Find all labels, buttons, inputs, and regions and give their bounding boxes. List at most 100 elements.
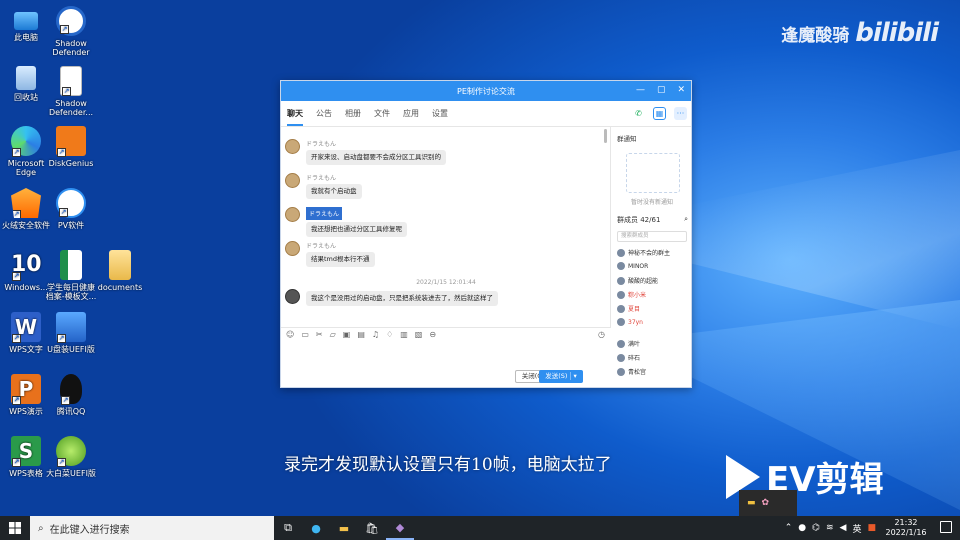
message-item: ドラえもん 我还想把也通过分区工具修复呢 [285, 207, 407, 237]
member-item[interactable]: 粽小米 [617, 290, 646, 299]
member-avatar [617, 290, 625, 299]
cabbage-icon: ↗ [56, 436, 86, 467]
member-item[interactable]: 夏目 [617, 304, 640, 313]
member-item[interactable]: 酸酸的超能 [617, 276, 658, 285]
desktop-icon-label: 此电脑 [14, 33, 38, 42]
red-packet-icon[interactable]: ▤ [357, 330, 365, 339]
taskbar: ⌕ 在此键入进行搜索 ⧉ ● ▬ 🛍 ◆ ⌃ ● ⌬ ≋ ◀ 英 ■ 21:32… [0, 516, 960, 540]
phone-call-icon[interactable]: ✆ [632, 107, 645, 120]
minimize-button[interactable]: — [636, 85, 645, 96]
screenshot-icon[interactable]: ✂ [316, 330, 323, 339]
message-list[interactable]: ドラえもん 开家来设、启动盘都要不会成分区工具识别的 ドラえもん 我就有个启动盘 ド… [281, 127, 611, 327]
message-scrollbar[interactable] [604, 129, 607, 143]
member-item[interactable]: 青松宫 [617, 367, 646, 376]
desktop-icon-excel-doc[interactable]: 学生每日健康档案-模板文... [45, 250, 97, 301]
schedule-icon[interactable]: ▥ [400, 330, 408, 339]
flower-tray-icon[interactable]: ✿ [762, 498, 770, 508]
member-name: 神秘不会的群主 [628, 250, 671, 257]
desktop-icon-label: documents [97, 283, 143, 292]
desktop-icon-label: Shadow Defender... [48, 99, 94, 117]
desktop-icon-label: WPS演示 [9, 407, 43, 416]
desktop-icon-label: 大白菜UEFI版 [46, 469, 96, 478]
desktop-icon-documents[interactable]: documents [94, 250, 146, 292]
send-button[interactable]: 发送(S) ▾ [539, 370, 583, 383]
desktop-icon-diskgenius[interactable]: ↗ DiskGenius [45, 126, 97, 168]
tab-files[interactable]: 文件 [374, 108, 390, 119]
wps-writer-icon: W ↗ [11, 312, 41, 343]
member-search-input[interactable]: 搜索群成员 [617, 231, 687, 242]
app-tray-icon[interactable]: ■ [867, 523, 876, 533]
calendar-icon[interactable]: ▦ [653, 107, 666, 120]
member-item[interactable]: 37yn [617, 318, 643, 326]
file-explorer-icon[interactable]: ▬ [330, 516, 358, 540]
member-item[interactable]: 满叶 [617, 339, 640, 348]
wifi-icon[interactable]: ≋ [826, 523, 834, 533]
folder-icon[interactable]: ▱ [330, 330, 336, 339]
message-item: ドラえもん 我就有个启动盘 [285, 173, 362, 199]
windows-start-icon[interactable] [0, 516, 30, 540]
search-icon[interactable]: ⌕ [684, 215, 688, 224]
member-name: MINOR [628, 262, 649, 270]
member-item[interactable]: 神秘不会的群主 [617, 248, 670, 257]
message-input[interactable]: 关闭(C) 发送(S) ▾ [281, 341, 611, 389]
member-name: 青松宫 [628, 369, 647, 376]
mic-icon[interactable]: ♫ [372, 330, 379, 339]
desktop-icon-cabbage-uefi[interactable]: ↗ 大白菜UEFI版 [45, 436, 97, 478]
desktop-icon-pv[interactable]: ↗ PV软件 [45, 188, 97, 230]
more-icon[interactable]: ⊖ [429, 330, 436, 339]
tab-chat[interactable]: 聊天 [287, 108, 303, 126]
desktop-icon-usb-uefi[interactable]: ↗ U盘装UEFI版 [45, 312, 97, 354]
desktop-icon-shadow-defender-doc[interactable]: ↗ Shadow Defender... [45, 66, 97, 117]
user-avatar[interactable] [285, 207, 300, 222]
maximize-button[interactable]: ▢ [657, 85, 666, 96]
members-title: 群成员 42/61 [617, 216, 661, 224]
edge-taskbar-icon[interactable]: ● [302, 516, 330, 540]
member-name: 粽小米 [628, 292, 647, 299]
more-options-icon[interactable]: ··· [674, 107, 687, 120]
emoji-icon[interactable]: ☺ [286, 330, 294, 339]
taskbar-search-box[interactable]: ⌕ 在此键入进行搜索 [30, 516, 274, 540]
text-icon[interactable]: ▧ [415, 330, 423, 339]
gif-icon[interactable]: ▭ [301, 330, 309, 339]
task-view-icon[interactable]: ⧉ [274, 516, 302, 540]
bag-icon[interactable]: ♢ [386, 330, 393, 339]
clock[interactable]: 21:32 2022/1/16 [882, 518, 930, 538]
member-name: 酸酸的超能 [628, 278, 659, 285]
tab-album[interactable]: 相册 [345, 108, 361, 119]
sender-name: ドラえもん [306, 141, 337, 148]
desktop-icon-qq[interactable]: ↗ 腾讯QQ [45, 374, 97, 416]
chevron-up-icon[interactable]: ⌃ [785, 523, 793, 533]
volume-icon[interactable]: ◀ [840, 523, 847, 533]
chat-tabs: 聊天 公告 相册 文件 应用 设置 ✆ ▦ ··· [281, 101, 691, 127]
qq-taskbar-icon[interactable]: ◆ [386, 516, 414, 540]
desktop-icon-shadow-defender[interactable]: ↗ Shadow Defender [45, 6, 97, 57]
user-avatar[interactable] [285, 139, 300, 154]
close-window-button[interactable]: ✕ [677, 85, 685, 96]
tab-settings[interactable]: 设置 [432, 108, 448, 119]
tab-apps[interactable]: 应用 [403, 108, 419, 119]
user-avatar[interactable] [285, 173, 300, 188]
store-icon[interactable]: 🛍 [358, 516, 386, 540]
network-icon[interactable]: ⌬ [812, 523, 820, 533]
member-item[interactable]: MINOR [617, 262, 648, 270]
chevron-down-icon[interactable]: ▾ [569, 372, 577, 380]
document-icon: ↗ [60, 66, 82, 96]
tab-announcement[interactable]: 公告 [316, 108, 332, 119]
member-item[interactable]: 碎石 [617, 353, 640, 362]
ime-indicator[interactable]: 英 [852, 522, 861, 535]
image-icon[interactable]: ▣ [343, 330, 351, 339]
user-avatar[interactable] [285, 289, 300, 304]
qq-tray-icon[interactable]: ● [798, 523, 806, 533]
clock-date: 2022/1/16 [885, 528, 927, 537]
message-item: 我这个是没用过的启动盘，只是把系统装进去了，然后就这样了 [285, 289, 498, 306]
user-avatar[interactable] [285, 241, 300, 256]
window-titlebar[interactable]: PE制作讨论交流 — ▢ ✕ [281, 81, 691, 101]
member-avatar [617, 304, 625, 313]
folder-tray-icon[interactable]: ▬ [747, 498, 756, 508]
pv-icon: ↗ [56, 188, 86, 218]
member-name: 37yn [628, 318, 643, 326]
desktop-icon-label: 回收站 [14, 93, 38, 102]
notification-center-icon[interactable] [940, 521, 952, 533]
window-title: PE制作讨论交流 [457, 86, 515, 96]
history-icon[interactable]: ◷ [598, 330, 605, 339]
